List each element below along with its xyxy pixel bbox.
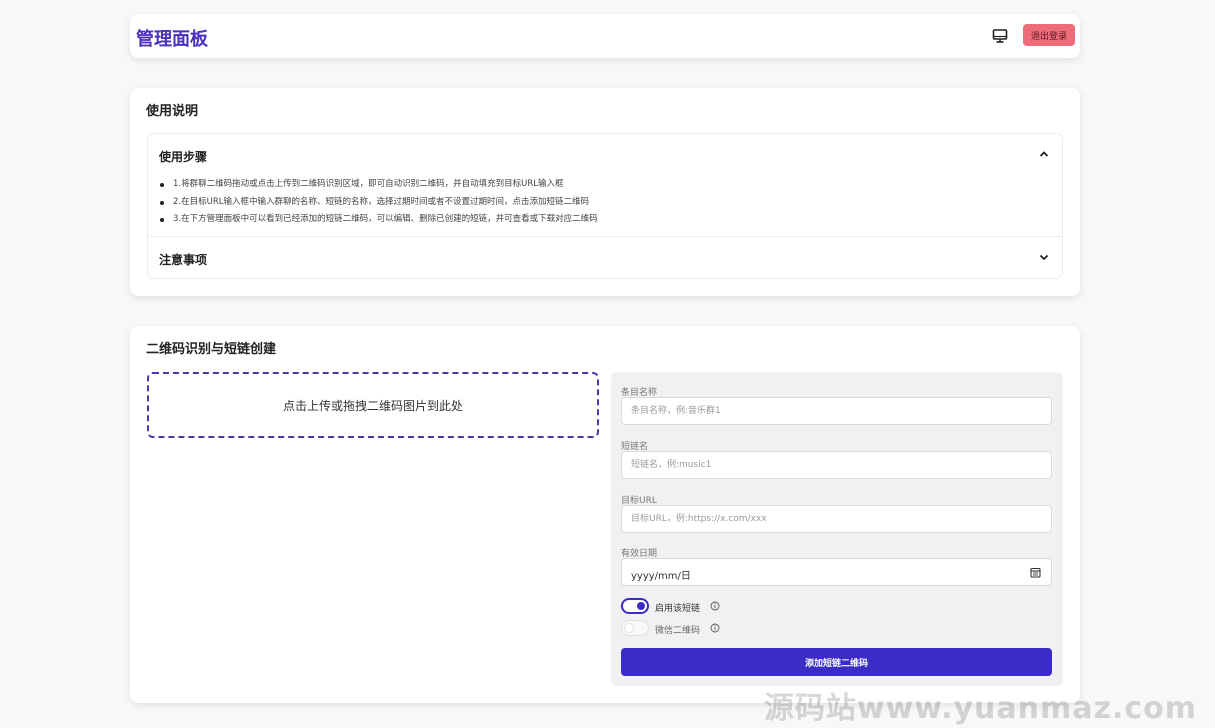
create-title: 二维码识别与短链创建 (146, 342, 277, 357)
accordion-notes-label: 注意事项 (159, 253, 208, 267)
monitor-icon[interactable] (992, 28, 1008, 44)
logout-button[interactable]: 退出登录 (1023, 24, 1075, 46)
target-url-input[interactable] (621, 505, 1052, 533)
wechat-toggle-label: 微信二维码 (655, 626, 701, 636)
steps-list: 1.将群聊二维码拖动或点击上传到二维码识别区域，即可自动识别二维码，并自动填充到… (159, 176, 1049, 229)
watermark: 源码站www.yuanmaz.com (763, 691, 1197, 726)
expiry-date-input[interactable]: yyyy/mm/日 (621, 558, 1052, 586)
short-link-form: 条目名称 短链名 目标URL 有效日期 yyyy/mm/日 启用该短链 (611, 372, 1063, 686)
list-item: 2.在目标URL输入框中输入群聊的名称、短链的名称，选择过期时间或者不设置过期时… (159, 194, 1049, 212)
info-icon[interactable] (710, 623, 720, 633)
enable-toggle-label: 启用该短链 (655, 604, 701, 614)
info-icon[interactable] (710, 601, 720, 611)
enable-toggle[interactable] (621, 598, 649, 614)
toggle-knob (624, 623, 634, 633)
header-bar: 管理面板 退出登录 (130, 14, 1080, 58)
accordion-steps-header[interactable]: 使用步骤 (148, 134, 1062, 174)
list-item: 1.将群聊二维码拖动或点击上传到二维码识别区域，即可自动识别二维码，并自动填充到… (159, 176, 1049, 194)
page-title: 管理面板 (136, 29, 208, 50)
accordion-notes-header[interactable]: 注意事项 (148, 237, 1062, 277)
wechat-toggle[interactable] (621, 620, 649, 636)
toggle-knob (637, 602, 645, 610)
qr-dropzone[interactable]: 点击上传或拖拽二维码图片到此处 (147, 372, 599, 438)
list-item: 3.在下方管理面板中可以看到已经添加的短链二维码，可以编辑、删除已创建的短链，并… (159, 211, 1049, 229)
add-short-link-button[interactable]: 添加短链二维码 (621, 648, 1052, 676)
date-value: yyyy/mm/日 (631, 571, 691, 582)
create-card: 二维码识别与短链创建 点击上传或拖拽二维码图片到此处 条目名称 短链名 目标UR… (130, 326, 1080, 703)
accordion-steps-label: 使用步骤 (159, 150, 208, 164)
calendar-icon[interactable] (1030, 567, 1041, 578)
short-name-input[interactable] (621, 451, 1052, 479)
instructions-card: 使用说明 使用步骤 1.将群聊二维码拖动或点击上传到二维码识别区域，即可自动识别… (130, 88, 1080, 296)
instructions-accordion: 使用步骤 1.将群聊二维码拖动或点击上传到二维码识别区域，即可自动识别二维码，并… (147, 133, 1063, 279)
instructions-title: 使用说明 (146, 104, 199, 119)
chevron-down-icon (1039, 254, 1049, 261)
name-input[interactable] (621, 397, 1052, 425)
chevron-up-icon (1039, 151, 1049, 157)
